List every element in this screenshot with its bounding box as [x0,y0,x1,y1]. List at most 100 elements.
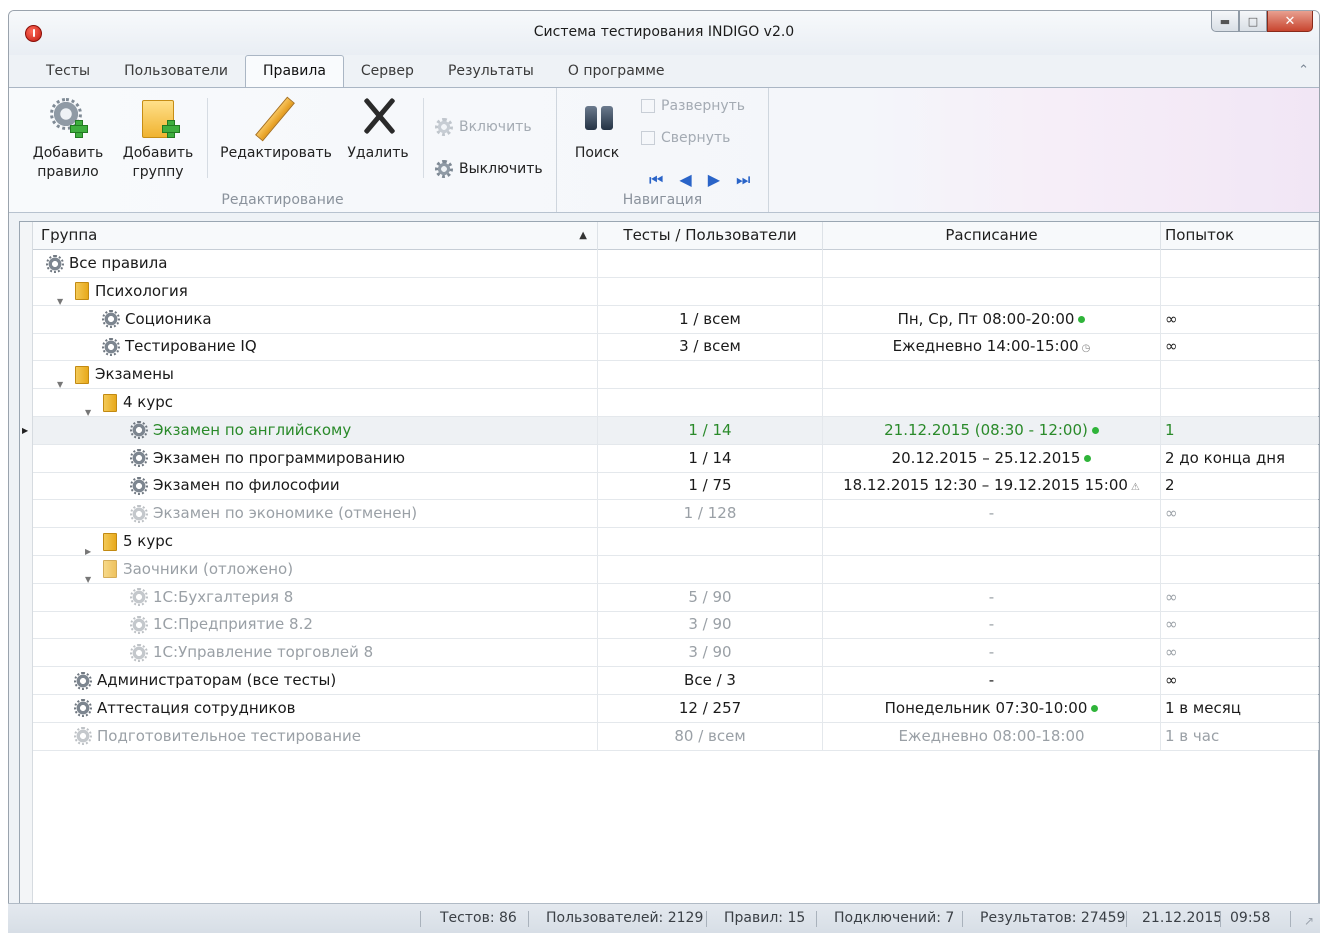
gear-icon [130,643,148,662]
schedule-text: Ежедневно 14:00-15:00 [892,337,1079,356]
app-window: Система тестирования INDIGO v2.0 ▬ □ ✕ Т… [8,10,1320,933]
node-content: Все правила [46,250,168,277]
column-header-attempts[interactable]: Попыток [1161,222,1319,250]
gear-icon [130,421,148,440]
tree-folder-row[interactable]: ▶ 5 курс [33,528,1319,556]
cell-group: ▶ 5 курс [33,528,598,555]
schedule-text: 20.12.2015 – 25.12.2015 [891,448,1081,467]
first-record-icon[interactable]: ⏮ [649,170,663,190]
gears-icon [46,254,64,273]
cell-attempts [1161,361,1319,389]
node-content: Соционика [102,306,212,333]
expand-node-icon[interactable]: ▶ [85,538,91,555]
maximize-button[interactable]: □ [1239,11,1267,32]
node-label: 5 курс [123,532,174,550]
ribbon-group-navigation: Поиск Развернуть Свернуть Навигация [557,88,769,212]
table-row[interactable]: ▶ Экзамен по английскому 1 / 14 21.12.2015 … [22,416,1319,445]
enable-label: Включить [459,119,532,135]
tree-folder-row[interactable]: ▼ Экзамены [33,361,1319,390]
last-record-icon[interactable]: ⏭ [736,170,750,190]
node-content: 5 курс [103,528,173,555]
table-row[interactable]: Соционика 1 / всем Пн, Ср, Пт 08:00-20:00 ∞ [33,305,1319,334]
minimize-button[interactable]: ▬ [1211,11,1239,32]
gear-icon [102,310,120,329]
table-row[interactable]: Подготовительное тестирование 80 / всем Еж… [33,722,1319,751]
search-button[interactable]: Поиск [565,94,629,163]
cell-attempts [1161,389,1319,416]
table-row[interactable]: Все правила [33,250,1319,278]
gear-disable-icon [435,160,453,178]
schedule-text: - [988,671,995,689]
table-row[interactable]: Экзамен по философии 1 / 75 18.12.2015 12:… [33,472,1319,501]
node-content: Экзамен по философии [130,472,340,499]
collapse-button[interactable]: Свернуть [641,130,730,146]
table-row[interactable]: Тестирование IQ 3 / всем Ежедневно 14:00-1… [33,333,1319,362]
tab-users[interactable]: Пользователи [107,57,245,87]
expand-button[interactable]: Развернуть [641,98,745,114]
cell-group: Все правила [33,250,598,277]
prev-record-icon[interactable]: ◀ [679,170,691,190]
delete-button[interactable]: Удалить [343,94,413,163]
gear-icon [74,699,92,718]
status-connections: Подключений: 7 [834,910,955,926]
tab-results[interactable]: Результаты [431,57,551,87]
tab-tests[interactable]: Тесты [29,57,107,87]
cell-attempts: 1 в час [1161,722,1319,750]
cell-tests-users [598,389,823,416]
column-header-schedule[interactable]: Расписание [823,222,1161,250]
node-label: Психология [95,281,188,300]
close-button[interactable]: ✕ [1267,11,1313,32]
add-rule-button[interactable]: Добавить правило [23,94,113,182]
node-content: 4 курс [103,389,173,416]
edit-button[interactable]: Редактировать [217,94,335,163]
edit-label: Редактировать [220,145,332,161]
table-row[interactable]: 1С:Предприятие 8.2 3 / 90 - ∞ [33,611,1319,640]
tree-folder-row[interactable]: ▼ Заочники (отложено) [33,555,1319,584]
node-label: Экзамен по программированию [153,448,405,467]
schedule-text: Ежедневно 08:00-18:00 [898,726,1085,745]
disable-button[interactable]: Выключить [435,160,543,178]
cell-attempts [1161,250,1319,277]
cell-attempts: 1 в месяц [1161,694,1319,722]
cell-schedule [823,361,1161,389]
collapse-node-icon[interactable]: ▼ [57,371,63,388]
folder-icon [75,365,89,384]
column-header-group[interactable]: Группа ▲ [33,222,598,250]
add-group-button[interactable]: Добавить группу [115,94,201,182]
tab-server[interactable]: Сервер [344,57,431,87]
add-rule-label-1: Добавить [32,145,104,161]
cell-tests-users: 1 / 14 [598,444,823,472]
tree-folder-row[interactable]: ▼ 4 курс [33,389,1319,417]
cell-schedule: - [823,667,1161,694]
minimize-ribbon-icon[interactable]: ⌃ [1298,63,1309,78]
table-row[interactable]: 1С:Управление торговлей 8 3 / 90 - ∞ [33,639,1319,668]
cell-attempts: ∞ [1161,667,1319,694]
cell-tests-users [598,528,823,555]
node-content: Заочники (отложено) [103,556,293,583]
table-row[interactable]: Экзамен по экономике (отменен) 1 / 128 - ∞ [33,500,1319,529]
cell-schedule: 18.12.2015 12:30 – 19.12.2015 15:00 ⚠ [823,472,1161,500]
tab-about[interactable]: О программе [551,57,682,87]
node-label: Все правила [69,254,168,272]
table-row[interactable]: Администраторам (все тесты) Все / 3 - ∞ [33,667,1319,695]
enable-button[interactable]: Включить [435,118,532,136]
cell-group: Экзамен по философии [33,472,598,500]
node-label: Подготовительное тестирование [97,726,361,745]
table-row[interactable]: Экзамен по программированию 1 / 14 20.12.2… [33,444,1319,473]
tree-folder-row[interactable]: ▼ Психология [33,277,1319,306]
resize-grip-icon[interactable]: ↗ [1304,914,1314,928]
collapse-node-icon[interactable]: ▼ [57,288,63,305]
schedule-text: Пн, Ср, Пт 08:00-20:00 [897,309,1075,328]
node-content: Администраторам (все тесты) [74,667,336,694]
schedule-text: 18.12.2015 12:30 – 19.12.2015 15:00 [843,476,1128,495]
node-label: 1С:Предприятие 8.2 [153,615,313,634]
tab-rules[interactable]: Правила [245,55,344,87]
cell-tests-users [598,555,823,583]
collapse-node-icon[interactable]: ▼ [85,566,91,583]
table-row[interactable]: 1С:Бухгалтерия 8 5 / 90 - ∞ [33,583,1319,612]
column-header-tests-users[interactable]: Тесты / Пользователи [598,222,823,250]
collapse-node-icon[interactable]: ▼ [85,399,91,416]
table-row[interactable]: Аттестация сотрудников 12 / 257 Понедельни… [33,694,1319,723]
node-label: Экзамен по философии [153,476,340,495]
next-record-icon[interactable]: ▶ [708,170,720,190]
